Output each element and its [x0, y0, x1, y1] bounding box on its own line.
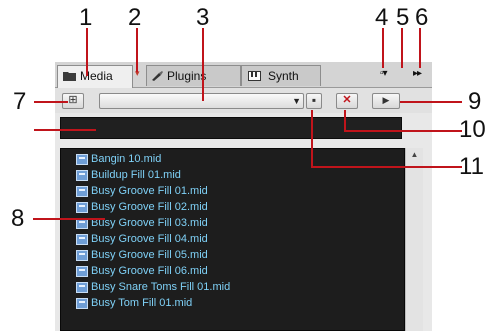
callout-line-6	[419, 28, 421, 68]
play-icon: ▶	[382, 95, 390, 105]
save-icon: ▪	[311, 93, 317, 107]
callout-number-2: 2	[128, 4, 142, 31]
expand-panel-icon[interactable]: ▸▸	[413, 68, 422, 80]
plugin-icon	[152, 71, 163, 81]
callout-number-7: 7	[13, 88, 27, 115]
callout-line-11	[311, 166, 462, 168]
dropdown-arrow-icon: ▼	[292, 96, 301, 106]
callout-number-10: 10	[459, 116, 486, 143]
callout-number-1: 1	[79, 4, 93, 31]
midi-file-icon	[76, 202, 88, 213]
tab-plugins[interactable]: Plugins	[146, 65, 241, 86]
callout-line-7b	[34, 129, 96, 131]
search-field[interactable]	[60, 117, 402, 139]
restore-window-icon[interactable]: ▫▾	[380, 68, 388, 80]
callout-line-3	[202, 28, 204, 101]
media-browser-panel: Media ▾ Plugins Synth ▫▾ ▸▸ ⊞ ▼ ▪ ✕ ▶ Ba…	[55, 62, 432, 331]
callout-number-5: 5	[396, 4, 410, 31]
callout-line-10	[344, 130, 462, 132]
callout-number-8: 8	[11, 205, 25, 232]
callout-number-11: 11	[459, 153, 484, 180]
callout-line-2	[136, 28, 138, 72]
delete-icon: ✕	[342, 94, 352, 106]
file-list[interactable]: Bangin 10.mid Buildup Fill 01.mid Busy G…	[60, 148, 405, 331]
tab-synth[interactable]: Synth	[241, 65, 321, 86]
midi-file-icon	[76, 250, 88, 261]
callout-line-8	[33, 218, 105, 220]
midi-file-icon	[76, 298, 88, 309]
callout-number-4: 4	[375, 4, 389, 31]
tab-bar: Media ▾ Plugins Synth ▫▾ ▸▸	[55, 62, 432, 88]
callout-line-10-vertical	[344, 110, 346, 131]
midi-file-icon	[76, 170, 88, 181]
callout-line-5	[401, 28, 403, 68]
midi-file-icon	[76, 234, 88, 245]
vertical-scrollbar[interactable]: ▲	[405, 148, 423, 331]
save-button[interactable]: ▪	[306, 93, 322, 109]
callout-number-9: 9	[468, 88, 482, 115]
midi-file-icon	[76, 266, 88, 277]
delete-button[interactable]: ✕	[336, 93, 358, 109]
midi-file-icon	[76, 154, 88, 165]
callout-line-9	[400, 101, 462, 103]
keyboard-icon	[248, 71, 261, 81]
midi-file-icon	[76, 282, 88, 293]
browser-toolbar: ⊞ ▼ ▪ ✕ ▶	[55, 88, 432, 113]
callout-number-6: 6	[415, 4, 429, 31]
folder-icon	[63, 72, 76, 81]
add-folder-icon: ⊞	[68, 94, 78, 106]
callout-number-3: 3	[196, 4, 210, 31]
callout-line-4	[382, 28, 384, 68]
callout-line-1	[86, 28, 88, 76]
callout-line-11-vertical	[311, 110, 313, 167]
midi-file-icon	[76, 186, 88, 197]
tab-media[interactable]: Media	[57, 65, 133, 88]
scroll-up-arrow-icon[interactable]: ▲	[406, 148, 423, 162]
preview-play-button[interactable]: ▶	[372, 93, 400, 109]
callout-line-7	[34, 101, 68, 103]
